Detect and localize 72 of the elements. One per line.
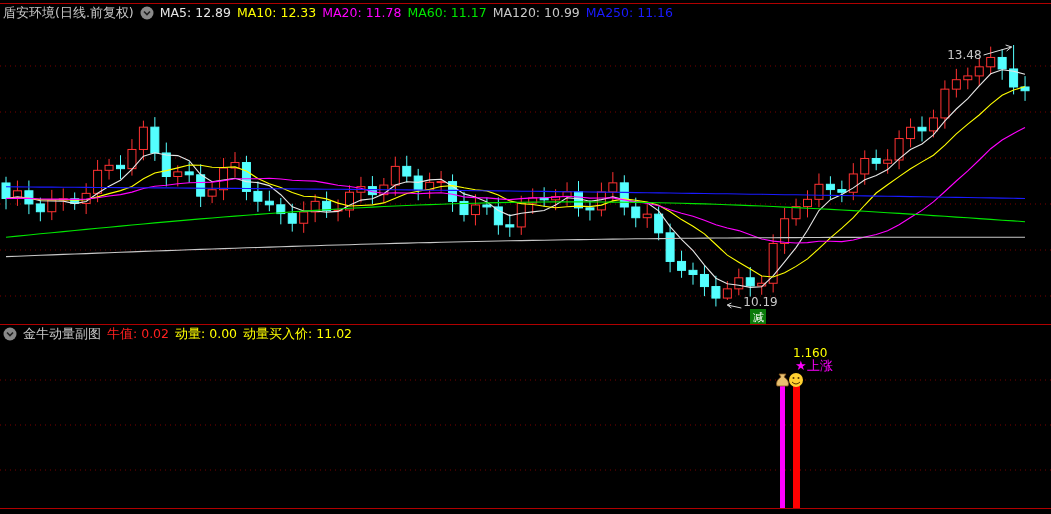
candlestick [184, 161, 194, 184]
candlestick [24, 180, 34, 215]
candlestick [367, 175, 377, 205]
candlestick [974, 57, 984, 87]
candlestick [906, 117, 916, 148]
high-price-label: 13.48 [947, 48, 982, 62]
candlestick [425, 172, 435, 199]
dropdown-chevron-icon[interactable] [3, 327, 17, 341]
candlestick [138, 120, 148, 161]
dropdown-chevron-icon[interactable] [139, 6, 154, 20]
candlestick [734, 268, 744, 296]
candlestick [127, 138, 137, 177]
candlestick [459, 191, 469, 223]
candlestick [699, 264, 709, 297]
pointer-arrow [983, 44, 1013, 56]
candlestick [470, 193, 480, 226]
candlestick [688, 262, 698, 286]
candlestick [287, 203, 297, 233]
candlestick [310, 193, 320, 223]
chart-title: 金牛动量副图 [23, 327, 101, 341]
candlestick [665, 223, 675, 273]
indicator-reading: 动量: 0.00 [175, 327, 238, 341]
candlestick [161, 142, 171, 187]
candlestick [276, 197, 286, 225]
chart-title: 盾安环境(日线.前复权) [3, 6, 134, 20]
candlestick [299, 200, 309, 234]
candlestick [402, 155, 412, 183]
candlestick [1, 176, 11, 210]
candlestick [917, 115, 927, 142]
candlestick [574, 180, 583, 218]
candlestick [997, 48, 1007, 81]
candlestick [642, 202, 652, 229]
candlestick [528, 187, 538, 215]
value-label: 1.160 [793, 346, 828, 360]
candlestick [448, 173, 458, 213]
indicator-reading: MA20: 11.78 [322, 6, 402, 20]
candlestick [413, 168, 423, 201]
indicator-reading: MA5: 12.89 [159, 6, 231, 20]
signal-badge: 减 [750, 309, 766, 324]
money-bag-icon [776, 373, 789, 387]
candlestick [562, 181, 572, 207]
indicator-reading: 牛值: 0.02 [107, 327, 170, 341]
low-price-label: 10.19 [743, 295, 778, 309]
candlestick [436, 170, 446, 193]
indicator-reading: MA60: 11.17 [407, 6, 487, 20]
candlestick [677, 250, 687, 279]
candlestick [116, 154, 125, 180]
indicator-reading: MA250: 11.16 [585, 6, 673, 20]
candlestick [654, 206, 664, 241]
candlestick [963, 67, 973, 90]
candlestick [356, 176, 366, 203]
candlestick [150, 116, 160, 162]
candlestick [333, 198, 343, 222]
candlestick [173, 164, 183, 187]
candlestick [12, 180, 22, 207]
candlestick [928, 109, 938, 138]
candlestick [619, 174, 629, 216]
candlestick [986, 46, 996, 75]
candlestick [322, 191, 332, 219]
candlestick [745, 266, 755, 298]
indicator-reading: MA120: 10.99 [492, 6, 580, 20]
candlestick [47, 189, 57, 221]
candlestick [803, 189, 812, 218]
signal-text: ★上涨 [795, 358, 833, 373]
pointer-arrow [726, 302, 742, 309]
candlestick [631, 197, 641, 228]
candlestick [345, 184, 354, 218]
smiley-icon [789, 373, 803, 387]
indicator-reading: MA10: 12.33 [237, 6, 317, 20]
indicator-reading: 动量买入价: 11.02 [243, 327, 353, 341]
candlestick [539, 186, 549, 208]
candlestick [551, 188, 561, 211]
